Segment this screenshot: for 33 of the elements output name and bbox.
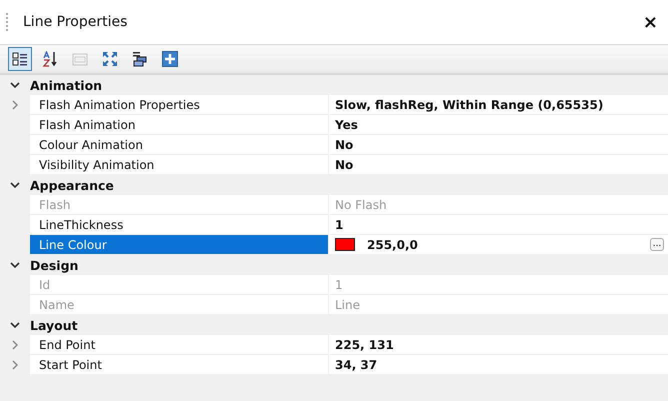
property-value: No xyxy=(335,138,354,152)
property-value: Slow, flashReg, Within Range (0,65535) xyxy=(335,98,604,112)
category-header: Layout xyxy=(30,318,78,332)
close-button[interactable]: × xyxy=(642,12,658,32)
property-name[interactable]: LineThickness xyxy=(30,215,329,235)
property-pages-icon xyxy=(72,51,88,67)
ellipsis-button[interactable]: ... xyxy=(650,238,664,251)
property-value: No Flash xyxy=(335,198,387,212)
property-name[interactable]: Start Point xyxy=(30,355,329,375)
category-header: Animation xyxy=(30,78,102,92)
sort-icon xyxy=(42,51,58,67)
add-icon xyxy=(162,51,178,67)
property-name[interactable]: Visibility Animation xyxy=(30,155,329,175)
categorized-icon xyxy=(12,51,28,67)
property-name[interactable]: End Point xyxy=(30,335,329,355)
property-value: Yes xyxy=(335,118,358,132)
property-name[interactable]: Line Colour xyxy=(30,235,329,255)
expand-icon xyxy=(102,51,118,67)
property-name[interactable]: Colour Animation xyxy=(30,135,329,155)
toolbar-button[interactable] xyxy=(8,47,32,71)
property-value: 225, 131 xyxy=(335,338,394,352)
windows-icon xyxy=(132,51,148,67)
property-value: 1 xyxy=(335,278,343,292)
category-header: Appearance xyxy=(30,178,114,192)
category-header: Design xyxy=(30,258,78,272)
panel-title: Line Properties xyxy=(23,14,128,30)
property-value: Line xyxy=(335,298,360,312)
property-value: 255,0,0 xyxy=(367,238,418,252)
property-name[interactable]: Flash Animation xyxy=(30,115,329,135)
property-value: 1 xyxy=(335,218,344,232)
property-value: 34, 37 xyxy=(335,358,378,372)
property-value: No xyxy=(335,158,354,172)
property-name[interactable]: Flash Animation Properties xyxy=(30,95,329,115)
